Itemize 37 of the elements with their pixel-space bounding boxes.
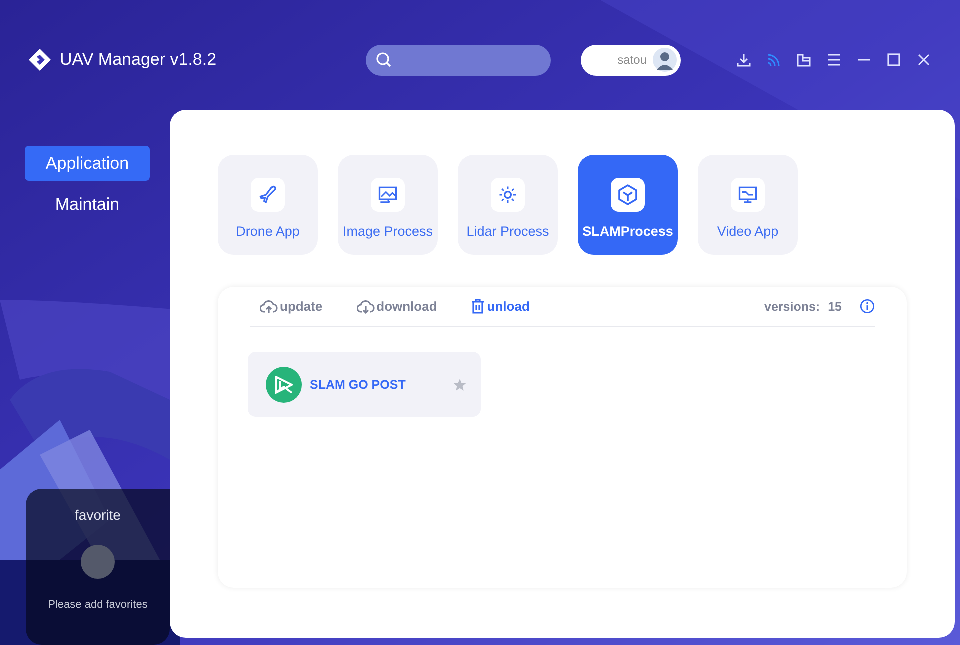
category-tile[interactable]: Lidar Process <box>458 155 558 255</box>
cloud-download-icon <box>356 300 375 314</box>
window-title: UAV Manager v1.8.2 <box>60 50 217 70</box>
airplane-icon <box>257 184 279 206</box>
search-field[interactable] <box>366 44 551 76</box>
toolbar-action[interactable]: update <box>250 299 323 314</box>
placeholder-circle <box>81 545 115 579</box>
cube-icon <box>616 182 640 206</box>
sidebar-item[interactable]: Application <box>25 146 150 181</box>
category-tile[interactable]: Image Process <box>338 155 438 255</box>
info-icon[interactable] <box>860 299 875 314</box>
search-icon <box>376 52 392 68</box>
favorite-title: favorite <box>75 507 121 523</box>
app-logo-icon <box>266 366 302 402</box>
user-button[interactable]: satou <box>581 44 681 76</box>
download-icon[interactable] <box>736 52 752 68</box>
maximize-icon[interactable] <box>886 52 902 68</box>
category-tile[interactable]: SLAMProcess <box>578 155 678 255</box>
wifi-icon[interactable] <box>766 52 782 68</box>
toolbar-action[interactable]: download <box>346 299 438 314</box>
empty-message: Please add favorites <box>48 599 148 611</box>
app-card[interactable]: SLAM GO POST <box>248 352 481 417</box>
star-icon[interactable] <box>453 378 467 392</box>
folder-icon[interactable] <box>796 52 812 68</box>
category-tile[interactable]: Drone App <box>218 155 318 255</box>
cloud-upload-icon <box>260 300 278 314</box>
versions-label: versions: <box>764 300 820 314</box>
app-name: SLAM GO POST <box>310 378 407 392</box>
category-tile[interactable]: Video App <box>698 155 798 255</box>
sidebar-item[interactable]: Maintain <box>25 187 150 222</box>
close-icon[interactable] <box>916 52 932 68</box>
avatar-icon <box>653 48 677 72</box>
toolbar-action[interactable]: unload <box>461 299 530 314</box>
logo-icon <box>28 48 52 72</box>
menu-icon[interactable] <box>826 52 842 68</box>
trash-icon <box>471 299 486 314</box>
versions-count: 15 <box>828 300 842 314</box>
